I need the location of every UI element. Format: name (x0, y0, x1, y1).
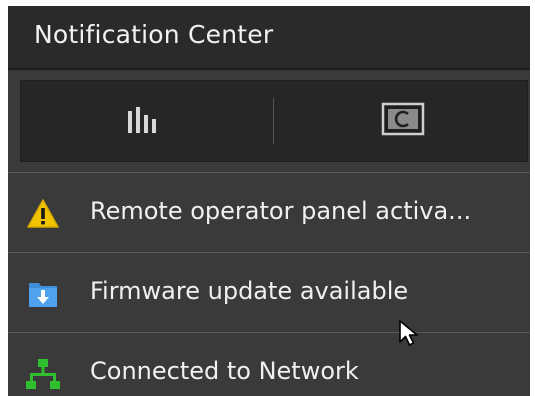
screen-refresh-icon (381, 102, 425, 140)
notification-label: Firmware update available (90, 277, 409, 305)
notification-item-network[interactable]: Connected to Network (8, 333, 530, 396)
page-title: Notification Center (34, 20, 274, 49)
toolbar (20, 80, 528, 162)
notification-label: Connected to Network (90, 357, 359, 385)
mouse-cursor-icon (397, 318, 425, 348)
toolbar-divider (273, 98, 274, 144)
notification-label: Remote operator panel activa... (90, 197, 472, 225)
notification-item-firmware[interactable]: Firmware update available (8, 253, 530, 332)
network-icon (26, 357, 60, 391)
notification-list: Remote operator panel activa... Firmware… (8, 172, 530, 396)
stats-button[interactable] (20, 80, 270, 162)
header: Notification Center (8, 6, 530, 70)
notification-center-panel: Notification Center Remote operator pane… (8, 6, 530, 396)
bar-chart-icon (125, 103, 165, 139)
notification-item-remote-panel[interactable]: Remote operator panel activa... (8, 173, 530, 252)
refresh-screen-button[interactable] (278, 80, 528, 162)
download-folder-icon (26, 277, 60, 311)
warning-icon (26, 197, 60, 231)
